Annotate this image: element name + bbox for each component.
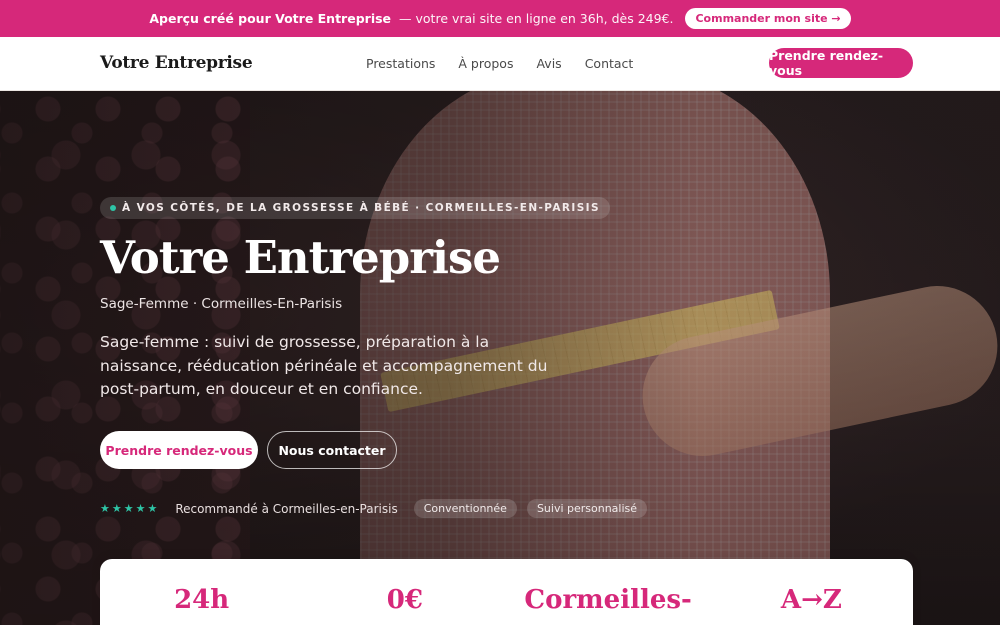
badge-suivi-personnalise: Suivi personnalisé bbox=[526, 499, 648, 518]
badge-conventionnee: Conventionnée bbox=[413, 499, 517, 518]
stat-item: Cormeilles- bbox=[524, 585, 692, 615]
hero-subtitle: Sage-Femme · Cormeilles-En-Parisis bbox=[100, 296, 343, 312]
stats-card: 24h 0€ Cormeilles- A→Z bbox=[100, 559, 913, 625]
hero-title: Votre Entreprise bbox=[100, 231, 501, 284]
site-header: Votre Entreprise Prestations À propos Av… bbox=[0, 37, 1000, 91]
hero-eyebrow: À VOS CÔTÉS, DE LA GROSSESSE À BÉBÉ · CO… bbox=[100, 197, 610, 219]
main-nav: Prestations À propos Avis Contact bbox=[366, 56, 633, 71]
header-appointment-button[interactable]: Prendre rendez-vous bbox=[769, 48, 913, 78]
stat-item: 0€ bbox=[386, 585, 423, 615]
nav-item-contact[interactable]: Contact bbox=[585, 56, 634, 71]
rating-stars-icon: ★★★★★ bbox=[100, 502, 160, 515]
promo-text: — votre vrai site en ligne en 36h, dès 2… bbox=[399, 11, 674, 26]
stat-item: A→Z bbox=[780, 585, 842, 615]
status-dot-icon bbox=[110, 205, 116, 211]
promo-bar: Aperçu créé pour Votre Entreprise — votr… bbox=[0, 0, 1000, 37]
nav-item-a-propos[interactable]: À propos bbox=[458, 56, 513, 71]
brand-logo[interactable]: Votre Entreprise bbox=[100, 53, 253, 73]
hero-section: À VOS CÔTÉS, DE LA GROSSESSE À BÉBÉ · CO… bbox=[0, 91, 1000, 625]
hero-description: Sage-femme : suivi de grossesse, prépara… bbox=[100, 333, 548, 398]
hero-contact-button[interactable]: Nous contacter bbox=[267, 431, 397, 469]
nav-item-avis[interactable]: Avis bbox=[536, 56, 561, 71]
trust-row: ★★★★★ Recommandé à Cormeilles-en-Parisis… bbox=[100, 499, 648, 518]
promo-bold-text: Aperçu créé pour Votre Entreprise bbox=[149, 11, 392, 26]
nav-item-prestations[interactable]: Prestations bbox=[366, 56, 435, 71]
hero-appointment-button[interactable]: Prendre rendez-vous bbox=[100, 431, 258, 469]
hero-eyebrow-text: À VOS CÔTÉS, DE LA GROSSESSE À BÉBÉ · CO… bbox=[122, 202, 600, 214]
recommendation-text: Recommandé à Cormeilles-en-Parisis bbox=[175, 501, 398, 516]
stat-item: 24h bbox=[174, 585, 230, 615]
order-site-button[interactable]: Commander mon site → bbox=[685, 8, 851, 29]
